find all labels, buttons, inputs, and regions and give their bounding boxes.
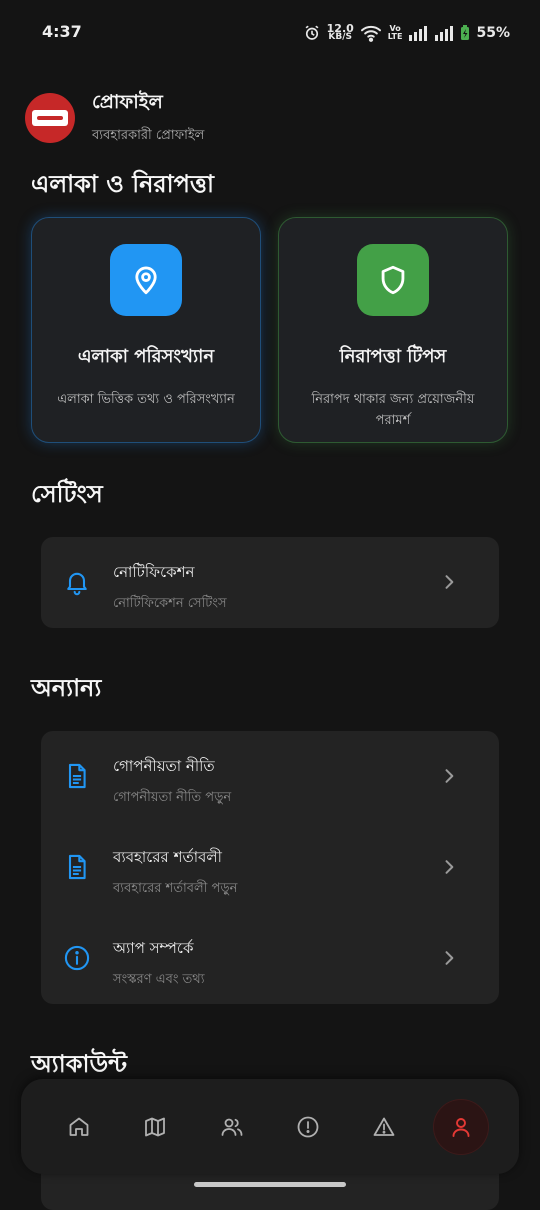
status-bar: 4:37 12.0 KB/S Vo LTE 55% [0, 0, 540, 66]
about-app-item[interactable]: অ্যাপ সম্পর্কে সংস্করণ এবং তথ্য [41, 913, 499, 1004]
map-icon [145, 1117, 166, 1136]
profile-header: প্রোফাইল ব্যবহারকারী প্রোফাইল [25, 88, 204, 147]
nav-map[interactable] [128, 1100, 182, 1154]
card-title: এলাকা পরিসংখ্যান [77, 346, 215, 367]
alarm-icon [305, 25, 319, 40]
list-item-subtitle: ব্যবহারের শর্তাবলী পড়ুন [113, 881, 238, 896]
section-heading-others: অন্যান্য [31, 674, 102, 702]
section-heading-settings: সেটিংস [31, 480, 103, 508]
privacy-policy-item[interactable]: গোপনীয়তা নীতি গোপনীয়তা নীতি পড়ুন [41, 731, 499, 822]
nav-alerts[interactable] [281, 1100, 335, 1154]
info-icon [64, 945, 90, 971]
chevron-right-icon [445, 769, 454, 783]
settings-panel: নোটিফিকেশন নোটিফিকেশন সেটিংস [41, 537, 499, 628]
card-description: এলাকা ভিত্তিক তথ্য ও পরিসংখ্যান [57, 392, 235, 407]
chevron-right-icon [445, 860, 454, 874]
bell-icon [67, 572, 87, 596]
alert-circle-icon [297, 1116, 319, 1137]
document-icon [68, 854, 86, 880]
net-speed: 12.0 KB/S [326, 22, 354, 42]
card-title: নিরাপত্তা টিপস [339, 346, 447, 367]
card-description: নিরাপদ থাকার জন্য প্রয়োজনীয় পরামর্শ [311, 392, 475, 428]
chevron-right-icon [445, 951, 454, 965]
user-icon [452, 1117, 470, 1137]
battery-charging-icon [461, 25, 470, 40]
users-icon [221, 1118, 243, 1136]
status-icons: 12.0 KB/S Vo LTE 55% [303, 22, 510, 44]
terms-of-use-item[interactable]: ব্যবহারের শর্তাবলী ব্যবহারের শর্তাবলী পড… [41, 822, 499, 913]
area-stats-card[interactable]: এলাকা পরিসংখ্যান এলাকা ভিত্তিক তথ্য ও পর… [31, 217, 261, 443]
list-item-title: অ্যাপ সম্পর্কে [113, 939, 194, 957]
notification-settings-item[interactable]: নোটিফিকেশন নোটিফিকেশন সেটিংস [41, 537, 499, 628]
nav-community[interactable] [205, 1100, 259, 1154]
shield-icon [357, 244, 429, 316]
volte-indicator: Vo LTE [387, 24, 403, 41]
signal-icon-2 [435, 26, 454, 41]
page-subtitle: ব্যবহারকারী প্রোফাইল [92, 128, 205, 143]
nav-profile[interactable] [433, 1099, 488, 1154]
location-pin-icon [110, 244, 182, 316]
others-panel: গোপনীয়তা নীতি গোপনীয়তা নীতি পড়ুন ব্যব… [41, 731, 499, 1004]
nav-home[interactable] [52, 1100, 106, 1154]
status-time: 4:37 [42, 22, 82, 41]
avatar [25, 92, 75, 143]
list-item-subtitle: নোটিফিকেশন সেটিংস [113, 596, 227, 611]
bottom-navigation [21, 1079, 519, 1174]
app-logo [32, 109, 68, 126]
wifi-icon [360, 25, 381, 42]
list-item-subtitle: গোপনীয়তা নীতি পড়ুন [113, 790, 232, 805]
safety-tips-card[interactable]: নিরাপত্তা টিপস নিরাপদ থাকার জন্য প্রয়োজ… [278, 217, 508, 443]
section-heading-area-safety: এলাকা ও নিরাপত্তা [31, 170, 214, 198]
list-item-title: নোটিফিকেশন [113, 563, 195, 581]
list-item-title: ব্যবহারের শর্তাবলী [113, 848, 222, 866]
warning-triangle-icon [374, 1117, 395, 1136]
document-icon [68, 763, 86, 789]
battery-level: 55% [476, 25, 510, 41]
list-item-title: গোপনীয়তা নীতি [113, 757, 215, 775]
home-icon [69, 1117, 89, 1136]
home-indicator[interactable] [194, 1182, 346, 1187]
chevron-right-icon [445, 575, 454, 589]
list-item-subtitle: সংস্করণ এবং তথ্য [113, 972, 205, 987]
nav-report[interactable] [357, 1100, 411, 1154]
page-title: প্রোফাইল [92, 91, 163, 113]
signal-icon [409, 26, 428, 41]
